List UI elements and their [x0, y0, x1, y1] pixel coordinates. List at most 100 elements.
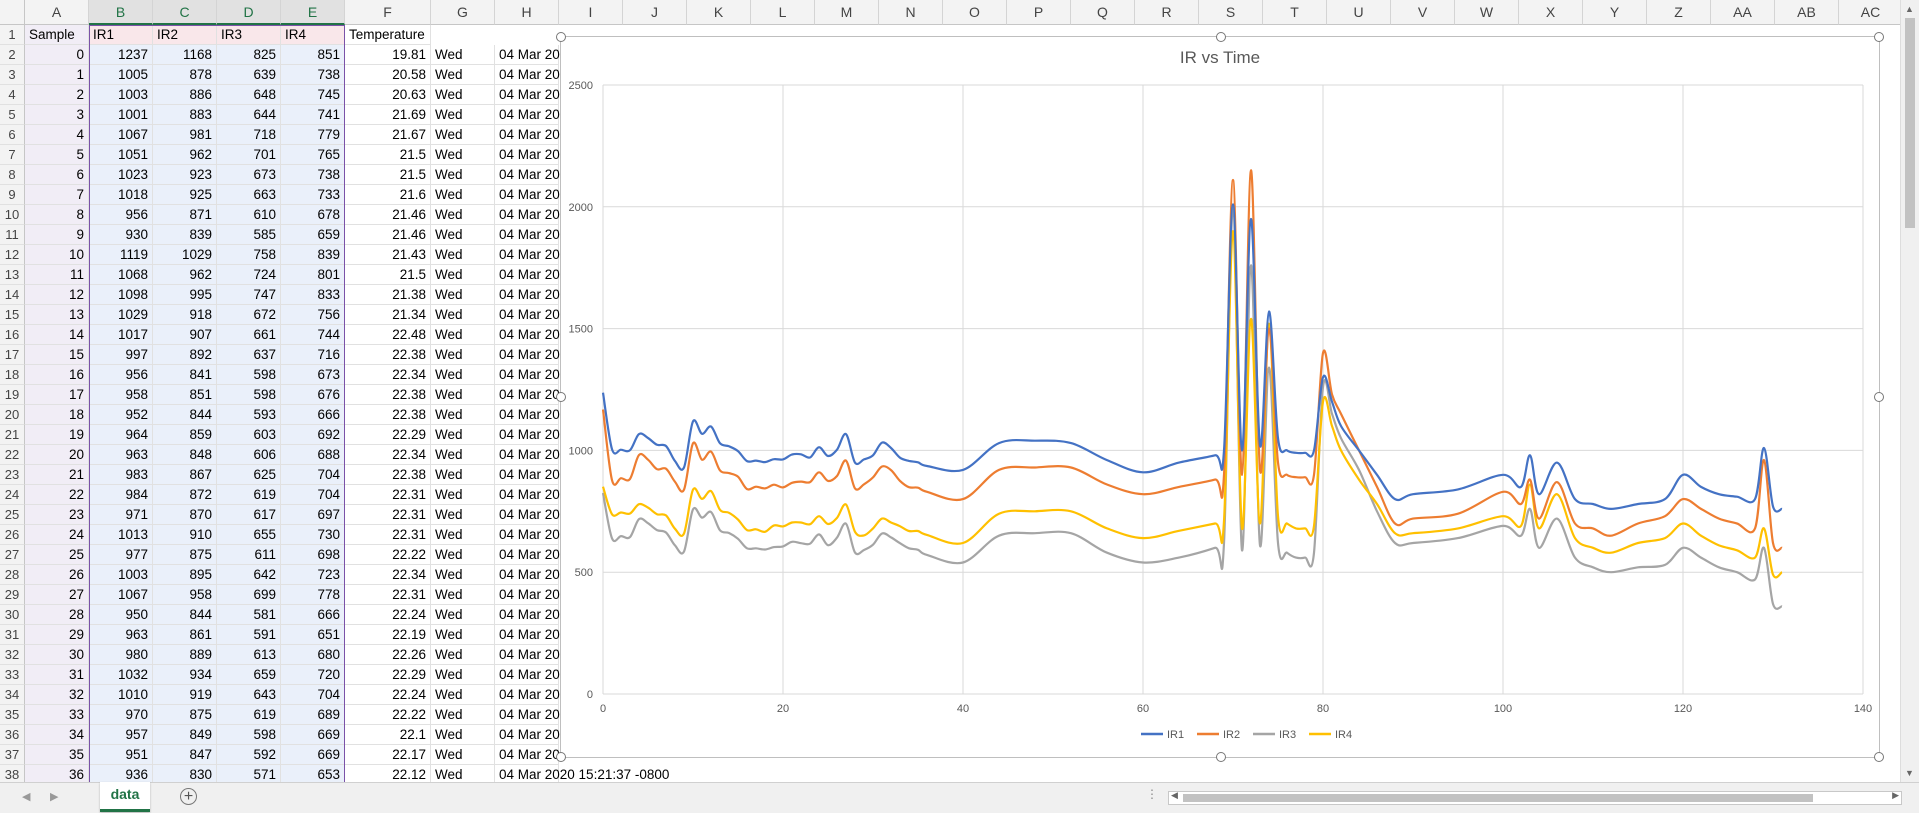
table-cell[interactable]: Wed [431, 545, 495, 565]
table-cell[interactable]: 925 [153, 185, 217, 205]
table-cell[interactable]: 848 [153, 445, 217, 465]
table-cell[interactable]: 720 [281, 665, 345, 685]
row-header[interactable]: 35 [0, 705, 25, 725]
table-cell[interactable]: 6 [25, 165, 89, 185]
header-cell[interactable]: IR2 [153, 25, 217, 45]
table-cell[interactable]: 581 [217, 605, 281, 625]
table-cell[interactable]: 1010 [89, 685, 153, 705]
table-cell[interactable]: 04 Mar 20 [495, 285, 560, 305]
table-cell[interactable]: 606 [217, 445, 281, 465]
column-header-F[interactable]: F [345, 0, 431, 25]
table-cell[interactable]: 659 [217, 665, 281, 685]
table-cell[interactable]: 22.29 [345, 665, 431, 685]
table-cell[interactable]: 592 [217, 745, 281, 765]
table-cell[interactable]: 971 [89, 505, 153, 525]
table-cell[interactable]: 04 Mar 20 [495, 685, 560, 705]
column-header-B[interactable]: B [89, 0, 153, 25]
table-cell[interactable]: 886 [153, 85, 217, 105]
table-cell[interactable]: 653 [281, 765, 345, 782]
table-cell[interactable]: 1067 [89, 585, 153, 605]
table-cell[interactable]: 1023 [89, 165, 153, 185]
table-cell[interactable]: 571 [217, 765, 281, 782]
table-cell[interactable]: 22.17 [345, 745, 431, 765]
resize-handle-bottom-right[interactable] [1874, 752, 1884, 762]
select-all-corner[interactable] [0, 0, 25, 25]
table-cell[interactable]: 12 [25, 285, 89, 305]
row-header[interactable]: 2 [0, 45, 25, 65]
resize-handle-top[interactable] [1216, 32, 1226, 42]
table-cell[interactable]: 20.58 [345, 65, 431, 85]
vertical-scrollbar[interactable]: ▲ ▼ [1900, 0, 1919, 782]
table-cell[interactable]: Wed [431, 665, 495, 685]
table-cell[interactable]: 663 [217, 185, 281, 205]
table-cell[interactable]: 9 [25, 225, 89, 245]
table-cell[interactable]: 04 Mar 20 [495, 265, 560, 285]
table-cell[interactable]: 724 [217, 265, 281, 285]
table-cell[interactable]: 04 Mar 20 [495, 305, 560, 325]
table-cell[interactable]: 04 Mar 20 [495, 565, 560, 585]
table-cell[interactable]: 851 [153, 385, 217, 405]
table-cell[interactable]: 22.29 [345, 425, 431, 445]
table-cell[interactable]: 678 [281, 205, 345, 225]
table-cell[interactable]: 964 [89, 425, 153, 445]
table-cell[interactable]: 04 Mar 2020 15:21:37 -0800 [495, 765, 669, 782]
table-cell[interactable]: Wed [431, 565, 495, 585]
table-cell[interactable]: 04 Mar 20 [495, 185, 560, 205]
table-cell[interactable]: 637 [217, 345, 281, 365]
table-cell[interactable]: 22.19 [345, 625, 431, 645]
table-cell[interactable]: Wed [431, 385, 495, 405]
table-cell[interactable]: 701 [217, 145, 281, 165]
scroll-left-arrow-icon[interactable]: ◀ [1171, 790, 1178, 801]
column-header-O[interactable]: O [943, 0, 1007, 25]
table-cell[interactable]: Wed [431, 305, 495, 325]
table-cell[interactable]: 981 [153, 125, 217, 145]
table-cell[interactable]: 16 [25, 365, 89, 385]
table-cell[interactable]: Wed [431, 505, 495, 525]
table-cell[interactable]: 666 [281, 605, 345, 625]
row-header[interactable]: 19 [0, 385, 25, 405]
table-cell[interactable]: 639 [217, 65, 281, 85]
table-cell[interactable]: 977 [89, 545, 153, 565]
table-cell[interactable]: 04 Mar 20 [495, 345, 560, 365]
table-cell[interactable]: 04 Mar 20 [495, 665, 560, 685]
table-cell[interactable]: 779 [281, 125, 345, 145]
table-cell[interactable]: Wed [431, 65, 495, 85]
table-cell[interactable]: 04 Mar 20 [495, 485, 560, 505]
table-cell[interactable]: 745 [281, 85, 345, 105]
table-cell[interactable]: 3 [25, 105, 89, 125]
table-cell[interactable]: 22.34 [345, 565, 431, 585]
column-header-R[interactable]: R [1135, 0, 1199, 25]
table-cell[interactable]: 31 [25, 665, 89, 685]
table-cell[interactable]: 0 [25, 45, 89, 65]
table-cell[interactable]: 585 [217, 225, 281, 245]
table-cell[interactable]: 910 [153, 525, 217, 545]
table-cell[interactable]: 919 [153, 685, 217, 705]
table-cell[interactable]: 1168 [153, 45, 217, 65]
table-cell[interactable]: 699 [217, 585, 281, 605]
row-header[interactable]: 26 [0, 525, 25, 545]
table-cell[interactable]: 598 [217, 725, 281, 745]
table-cell[interactable]: 22.24 [345, 685, 431, 705]
table-cell[interactable]: 13 [25, 305, 89, 325]
column-header-AA[interactable]: AA [1711, 0, 1775, 25]
table-cell[interactable]: 04 Mar 20 [495, 405, 560, 425]
sheet-tab-data[interactable]: data [100, 782, 150, 812]
table-cell[interactable]: 849 [153, 725, 217, 745]
table-cell[interactable]: 648 [217, 85, 281, 105]
table-cell[interactable]: 22.12 [345, 765, 431, 782]
table-cell[interactable]: 10 [25, 245, 89, 265]
table-cell[interactable]: 28 [25, 605, 89, 625]
column-header-D[interactable]: D [217, 0, 281, 25]
row-header[interactable]: 37 [0, 745, 25, 765]
table-cell[interactable]: 669 [281, 745, 345, 765]
table-cell[interactable]: 22.34 [345, 445, 431, 465]
row-header[interactable]: 4 [0, 85, 25, 105]
column-header-Z[interactable]: Z [1647, 0, 1711, 25]
table-cell[interactable]: 04 Mar 20 [495, 545, 560, 565]
table-cell[interactable]: 697 [281, 505, 345, 525]
column-header-I[interactable]: I [559, 0, 623, 25]
table-cell[interactable]: 672 [217, 305, 281, 325]
table-cell[interactable]: 851 [281, 45, 345, 65]
table-cell[interactable]: 995 [153, 285, 217, 305]
table-cell[interactable]: 765 [281, 145, 345, 165]
